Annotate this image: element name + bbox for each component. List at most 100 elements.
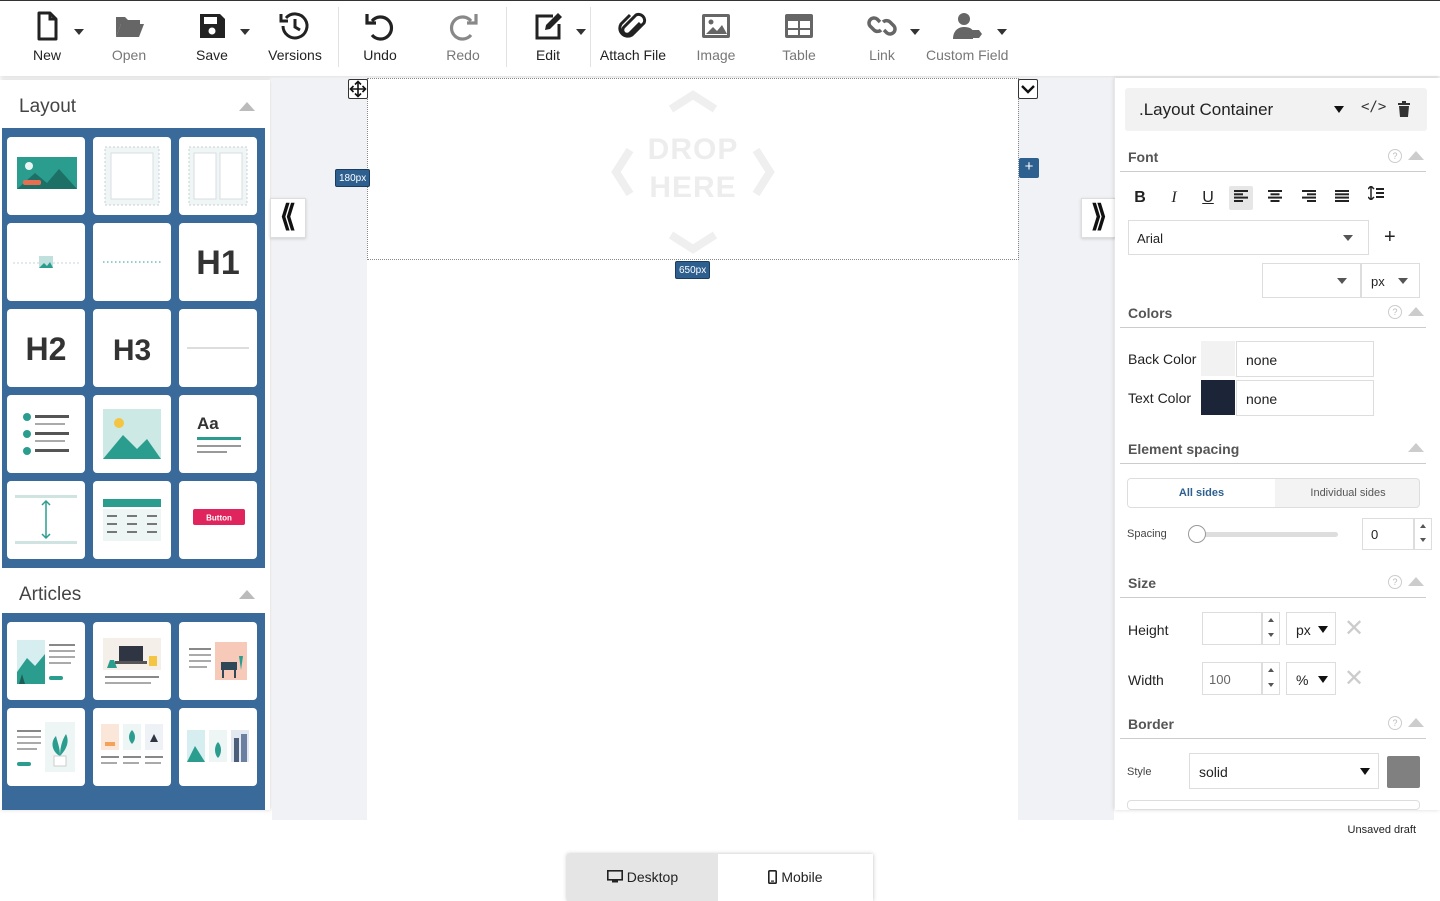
tile-heading-3[interactable]: H3 [93,309,171,387]
tile-article-chair[interactable] [179,622,257,700]
tile-single-column[interactable] [93,137,171,215]
help-icon[interactable]: ? [1388,716,1402,730]
bold-button[interactable]: B [1128,186,1152,210]
tile-small-image[interactable] [7,223,85,301]
width-stepper[interactable] [1262,662,1280,695]
tile-image[interactable] [93,395,171,473]
tile-article-laptop[interactable] [93,622,171,700]
link-button[interactable]: Link [841,7,923,71]
redo-button[interactable]: Redo [422,7,504,71]
align-center-button[interactable] [1263,186,1287,210]
spacing-stepper[interactable] [1414,518,1432,550]
chevron-down-icon[interactable] [997,29,1007,35]
border-section-header[interactable]: Border ? [1120,713,1426,739]
slider-handle[interactable] [1188,525,1206,543]
stepper-up-icon[interactable] [1263,613,1279,629]
save-button[interactable]: Save [171,7,253,71]
line-height-button[interactable] [1364,184,1388,208]
height-input[interactable] [1202,612,1262,645]
stepper-up-icon[interactable] [1415,519,1431,534]
stepper-down-icon[interactable] [1263,679,1279,695]
container-options-toggle[interactable] [1018,79,1038,99]
tile-two-columns[interactable] [179,137,257,215]
back-color-swatch[interactable] [1201,341,1235,376]
tab-all-sides[interactable]: All sides [1128,479,1275,507]
collapse-left-panel-button[interactable]: ⟪ [270,198,306,238]
clear-height-icon[interactable]: ✕ [1344,614,1364,643]
collapse-up-icon[interactable] [1408,443,1424,452]
add-font-button[interactable]: + [1384,226,1396,249]
stepper-down-icon[interactable] [1263,629,1279,645]
help-icon[interactable]: ? [1388,149,1402,163]
image-button[interactable]: Image [675,7,757,71]
height-stepper[interactable] [1262,612,1280,645]
collapse-right-panel-button[interactable]: ⟫ [1081,198,1117,238]
move-handle[interactable] [348,79,368,99]
tile-button[interactable]: Button [179,481,257,559]
tile-table[interactable] [93,481,171,559]
collapse-up-icon[interactable] [1408,307,1424,316]
tile-divider-line[interactable] [179,309,257,387]
tile-checklist[interactable] [7,395,85,473]
tile-article-gallery[interactable] [179,708,257,786]
chevron-down-icon[interactable] [240,29,250,35]
tile-heading-2[interactable]: H2 [7,309,85,387]
font-section-header[interactable]: Font ? [1120,146,1426,172]
collapse-up-icon[interactable] [1408,577,1424,586]
font-family-select[interactable]: Arial [1128,220,1369,255]
width-input[interactable]: 100 [1202,662,1262,695]
chevron-down-icon[interactable] [576,29,586,35]
element-selector[interactable]: .Layout Container </> [1125,88,1427,131]
chevron-down-icon[interactable] [910,29,920,35]
border-style-select[interactable]: solid [1189,753,1379,789]
font-size-select[interactable] [1262,263,1361,298]
desktop-view-button[interactable]: Desktop [567,854,718,901]
articles-section-header[interactable]: Articles [0,570,270,618]
collapse-up-icon[interactable] [1408,718,1424,727]
clear-width-icon[interactable]: ✕ [1344,664,1364,693]
dropdown-caret-icon[interactable] [1334,106,1344,113]
spacing-section-header[interactable]: Element spacing [1120,438,1426,464]
font-size-unit-select[interactable]: px [1361,263,1420,298]
new-button[interactable]: New [6,7,88,71]
attach-file-button[interactable]: Attach File [592,7,674,71]
underline-button[interactable]: U [1196,186,1220,210]
help-icon[interactable]: ? [1388,305,1402,319]
custom-field-button[interactable]: Custom Field [926,7,1008,71]
trash-icon[interactable] [1397,101,1411,117]
back-color-input[interactable]: none [1236,341,1374,377]
border-sides-tabs[interactable] [1127,800,1420,810]
tile-spacer[interactable] [7,481,85,559]
code-icon[interactable]: </> [1361,99,1386,115]
add-column-button[interactable]: + [1019,158,1039,178]
text-color-input[interactable]: none [1236,380,1374,416]
undo-button[interactable]: Undo [339,7,421,71]
width-unit-select[interactable]: % [1286,662,1336,695]
tile-divider-dotted[interactable] [93,223,171,301]
collapse-up-icon[interactable] [1408,151,1424,160]
italic-button[interactable]: I [1162,186,1186,210]
tile-text[interactable]: Aa [179,395,257,473]
height-unit-select[interactable]: px [1286,612,1336,645]
chevron-down-icon[interactable] [74,29,84,35]
justify-button[interactable] [1330,186,1354,210]
tile-article-three-columns[interactable] [93,708,171,786]
spacing-input[interactable]: 0 [1362,518,1414,550]
tile-image-banner[interactable] [7,137,85,215]
stepper-up-icon[interactable] [1263,663,1279,679]
tab-individual-sides[interactable]: Individual sides [1275,479,1419,507]
help-icon[interactable]: ? [1388,575,1402,589]
collapse-up-icon[interactable] [239,102,255,111]
tile-article-mountains[interactable] [7,622,85,700]
open-button[interactable]: Open [88,7,170,71]
layout-section-header[interactable]: Layout [0,82,270,130]
align-left-button[interactable] [1229,186,1253,210]
table-button[interactable]: Table [758,7,840,71]
colors-section-header[interactable]: Colors ? [1120,302,1426,328]
edit-button[interactable]: Edit [507,7,589,71]
tile-article-plant[interactable] [7,708,85,786]
collapse-up-icon[interactable] [239,590,255,599]
align-right-button[interactable] [1297,186,1321,210]
layout-container-dropzone[interactable]: DROP HERE [367,78,1019,260]
stepper-down-icon[interactable] [1415,534,1431,549]
